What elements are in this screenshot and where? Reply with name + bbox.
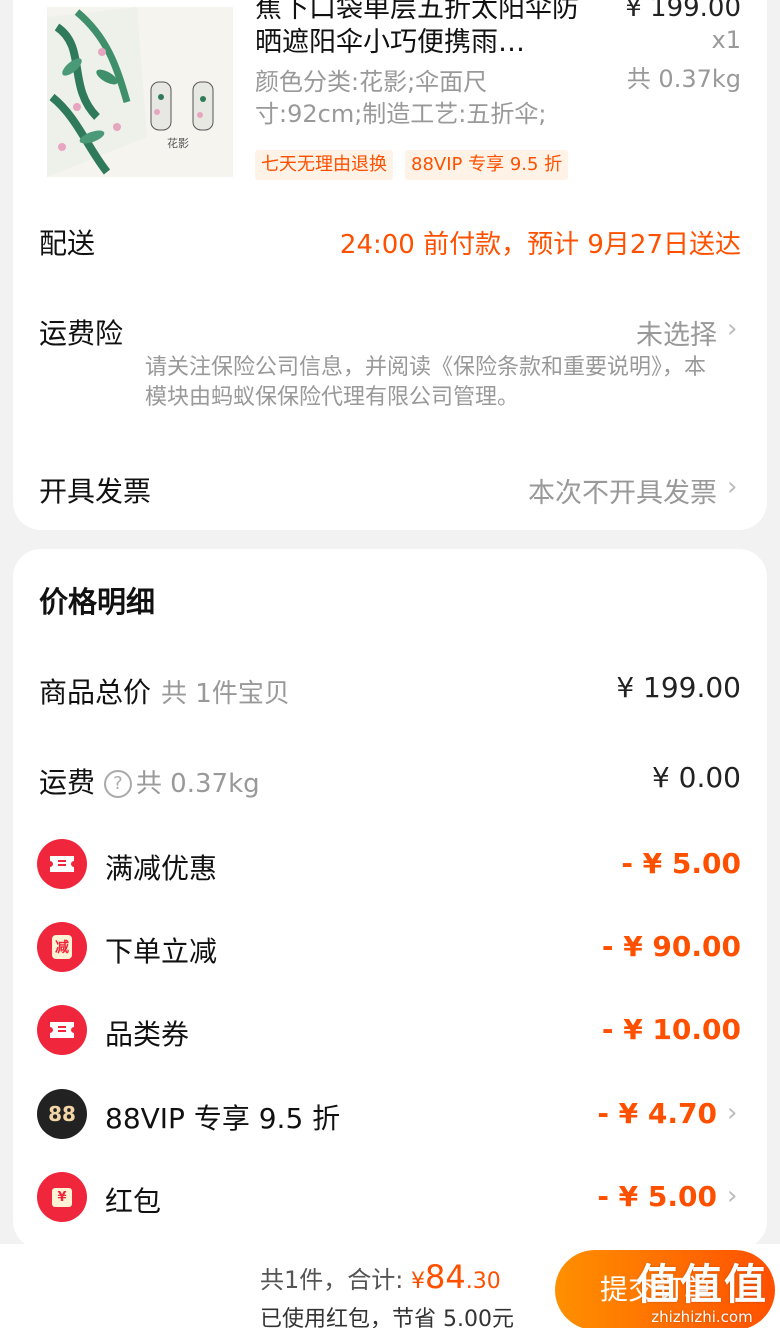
product-title[interactable]: 蕉下口袋单层五折太阳伞防晒遮阳伞小巧便携雨… <box>255 0 595 60</box>
product-image-caption: 花影 <box>167 137 189 150</box>
watermark-small: zhizhizhi.com <box>651 1308 753 1326</box>
chevron-right-icon[interactable]: › <box>727 315 743 343</box>
total-currency: ¥ <box>411 1269 425 1294</box>
discount-value-88vip[interactable]: - ¥ 4.70 <box>597 1097 717 1130</box>
reduce-icon-text: 减 <box>52 935 72 959</box>
shipping-fee-label: 运费 ? 共 0.37kg <box>39 761 260 801</box>
discount-value-red-packet[interactable]: - ¥ 5.00 <box>597 1180 717 1213</box>
saving-note: 已使用红包，节省 5.00元 <box>260 1307 514 1328</box>
shipping-fee-value: ¥ 0.00 <box>651 761 741 794</box>
product-weight: 共 0.37kg <box>626 65 741 93</box>
goods-total-sub: 共 1件宝贝 <box>161 679 290 709</box>
goods-total-text: 商品总价 <box>39 676 152 709</box>
red-packet-icon: ¥ <box>37 1172 87 1222</box>
discount-value-category-coupon: - ¥ 10.00 <box>601 1013 741 1046</box>
discount-label-88vip[interactable]: 88VIP 专享 9.5 折 <box>105 1097 340 1137</box>
checkout-bar: 共1件，合计: ¥84.30 已使用红包，节省 5.00元 提交订单 值值值 z… <box>0 1244 780 1328</box>
delivery-value: 24:00 前付款，预计 9月27日送达 <box>339 230 741 260</box>
discount-label-full-reduction: 满减优惠 <box>105 852 218 885</box>
chevron-right-icon[interactable]: › <box>727 473 743 501</box>
tag-return: 七天无理由退换 <box>255 150 393 180</box>
discount-label-red-packet[interactable]: 红包 <box>105 1180 161 1220</box>
discount-label-category-coupon: 品类券 <box>105 1018 190 1051</box>
insurance-note: 请关注保险公司信息，并阅读《保险条款和重要说明》，本模块由蚂蚁保保险代理有限公司… <box>145 355 707 410</box>
ticket-icon <box>37 839 87 889</box>
total-integer: 84 <box>425 1258 466 1296</box>
invoice-value[interactable]: 本次不开具发票 <box>528 471 717 510</box>
product-price: ¥ 199.00 <box>625 0 741 23</box>
chevron-right-icon[interactable]: › <box>727 1099 743 1127</box>
product-tags: 七天无理由退换 88VIP 专享 9.5 折 <box>255 150 569 180</box>
shipping-fee-sub: 共 0.37kg <box>135 769 260 799</box>
shipping-insurance-value[interactable]: 未选择 <box>636 313 717 352</box>
product-image[interactable]: 花影 <box>47 7 233 177</box>
discount-value-full-reduction: - ¥ 5.00 <box>621 847 741 880</box>
price-detail-card: 价格明细 商品总价共 1件宝贝 ¥ 199.00 运费 ? 共 0.37kg ¥ … <box>13 549 767 1249</box>
order-card: 花影 蕉下口袋单层五折太阳伞防晒遮阳伞小巧便携雨… 颜色分类:花影;伞面尺寸:9… <box>13 0 767 530</box>
invoice-label[interactable]: 开具发票 <box>39 470 151 510</box>
total-decimal: .30 <box>465 1269 501 1294</box>
price-detail-title: 价格明细 <box>39 585 156 619</box>
ticket-icon <box>37 1005 87 1055</box>
delivery-label: 配送 <box>39 227 96 260</box>
chevron-right-icon[interactable]: › <box>727 1182 743 1210</box>
shipping-insurance-label[interactable]: 运费险 <box>39 312 123 352</box>
vip88-icon-text: 88 <box>48 1102 76 1126</box>
vip88-icon: 88 <box>37 1089 87 1139</box>
discount-label-instant: 下单立减 <box>105 935 218 968</box>
watermark: 值值值 zhizhizhi.com <box>635 1260 768 1327</box>
red-packet-icon-text: ¥ <box>52 1187 72 1207</box>
goods-total-value: ¥ 199.00 <box>616 671 741 704</box>
help-icon[interactable]: ? <box>103 770 132 798</box>
discount-value-instant: - ¥ 90.00 <box>601 930 741 963</box>
tag-88vip: 88VIP 专享 9.5 折 <box>405 150 569 180</box>
product-quantity: x1 <box>711 26 741 54</box>
total-count-label: 共1件，合计: <box>260 1266 404 1294</box>
reduce-icon: 减 <box>37 922 87 972</box>
shipping-fee-text: 运费 <box>39 766 96 799</box>
total-summary: 共1件，合计: ¥84.30 <box>260 1258 501 1296</box>
goods-total-label: 商品总价共 1件宝贝 <box>39 671 290 711</box>
watermark-big: 值值值 <box>635 1260 768 1309</box>
product-spec[interactable]: 颜色分类:花影;伞面尺寸:92cm;制造工艺:五折伞; <box>255 66 585 130</box>
